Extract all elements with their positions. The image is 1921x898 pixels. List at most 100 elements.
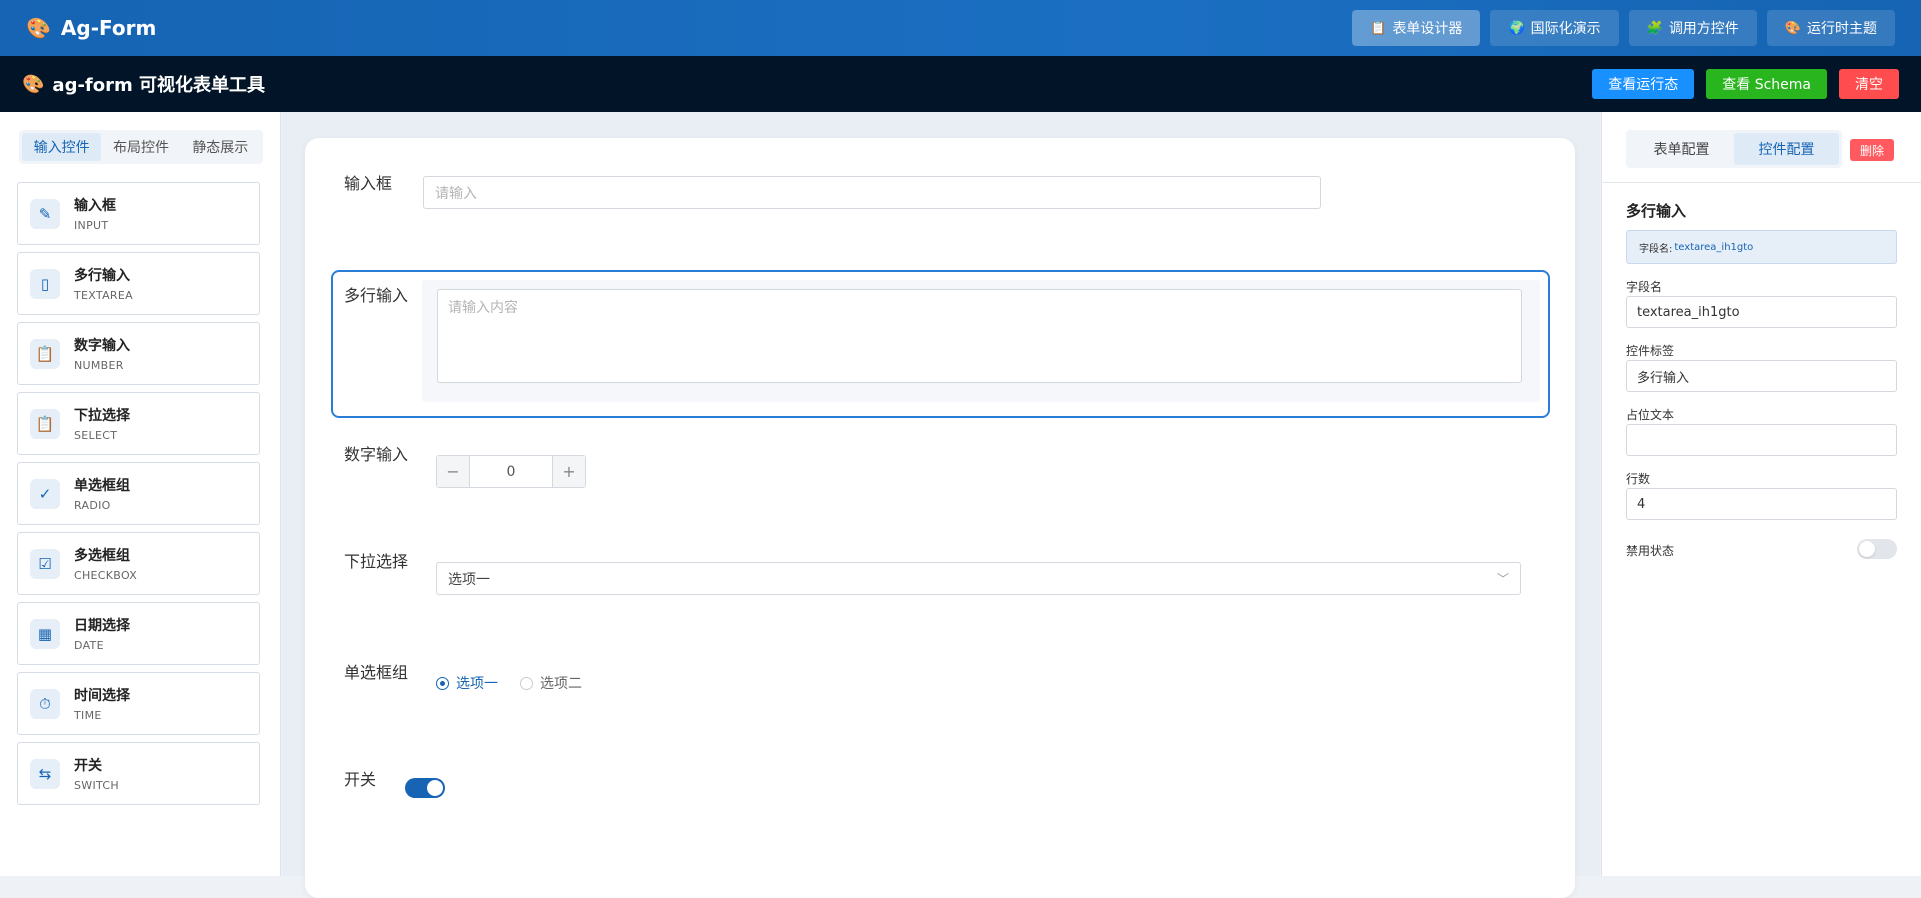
checklist-icon: ☑ <box>30 548 60 579</box>
config-panel: 表单配置 控件配置 删除 多行输入 字段名: textarea_ih1gto 字… <box>1601 112 1921 876</box>
header-actions: 查看运行态 查看 Schema 清空 <box>1592 69 1899 99</box>
control-code: TEXTAREA <box>74 289 133 302</box>
control-item-switch[interactable]: ⇆ 开关 SWITCH <box>17 742 260 805</box>
radio-option-1[interactable]: 选项一 <box>436 673 498 693</box>
calendar-icon: ▦ <box>30 618 60 649</box>
tab-control-config[interactable]: 控件配置 <box>1734 133 1839 165</box>
rows-input[interactable]: 4 <box>1626 488 1897 520</box>
control-name: 数字输入 <box>74 338 130 354</box>
field-name-input[interactable]: textarea_ih1gto <box>1626 296 1897 328</box>
control-code: SWITCH <box>74 779 119 792</box>
palette-icon: 🎨 <box>26 16 51 40</box>
control-code: DATE <box>74 639 104 652</box>
textarea-icon: ▯ <box>30 268 60 299</box>
control-name: 开关 <box>74 758 102 774</box>
number-value[interactable]: 0 <box>470 456 552 487</box>
config-tabs: 表单配置 控件配置 <box>1626 130 1842 168</box>
control-item-radio[interactable]: ✓ 单选框组 RADIO <box>17 462 260 525</box>
placeholder-input[interactable] <box>1626 424 1897 456</box>
design-canvas-area: 输入框 请输入 多行输入 请输入内容 数字输入 − 0 + 下拉选择 选项一 ﹀… <box>282 112 1600 898</box>
control-name: 时间选择 <box>74 688 130 704</box>
tab-input-controls[interactable]: 输入控件 <box>22 133 102 161</box>
textarea-field-label: 多行输入 <box>344 286 409 305</box>
nav-i18n-demo[interactable]: 🌍 国际化演示 <box>1490 10 1619 46</box>
select-field[interactable]: 选项一 ﹀ <box>436 562 1521 595</box>
input-field[interactable]: 请输入 <box>423 176 1321 209</box>
nav-label: 调用方控件 <box>1668 21 1739 37</box>
tab-layout-controls[interactable]: 布局控件 <box>101 133 180 161</box>
puzzle-icon: 🧩 <box>1646 20 1663 36</box>
control-label-input[interactable]: 多行输入 <box>1626 360 1897 392</box>
control-item-number[interactable]: 📋 数字输入 NUMBER <box>17 322 260 385</box>
delete-button[interactable]: 删除 <box>1850 139 1895 161</box>
switch-toggle[interactable] <box>405 778 445 798</box>
radio-group: 选项一 选项二 <box>436 673 582 693</box>
textarea-field[interactable]: 请输入内容 <box>437 289 1522 383</box>
control-code: NUMBER <box>74 359 124 372</box>
page-title-text: ag-form 可视化表单工具 <box>52 75 266 96</box>
control-name: 多选框组 <box>74 548 130 564</box>
decrement-button[interactable]: − <box>437 456 470 487</box>
rows-label: 行数 <box>1626 472 1651 486</box>
clear-button[interactable]: 清空 <box>1839 69 1899 99</box>
field-info-value: textarea_ih1gto <box>1674 241 1754 253</box>
view-runtime-button[interactable]: 查看运行态 <box>1592 69 1695 99</box>
control-name: 输入框 <box>74 198 116 214</box>
input-field-label: 输入框 <box>344 174 393 193</box>
pencil-icon: ✎ <box>30 198 60 229</box>
top-nav: 📋 表单设计器 🌍 国际化演示 🧩 调用方控件 🎨 运行时主题 <box>1352 10 1895 46</box>
controls-tabs: 输入控件 布局控件 静态展示 <box>19 130 263 164</box>
nav-form-designer[interactable]: 📋 表单设计器 <box>1352 10 1481 46</box>
control-item-input[interactable]: ✎ 输入框 INPUT <box>17 182 260 245</box>
page-title: 🎨 ag-form 可视化表单工具 <box>22 71 265 97</box>
control-code: SELECT <box>74 429 118 442</box>
radio-option-label: 选项二 <box>540 676 582 692</box>
field-info-badge: 字段名: textarea_ih1gto <box>1626 230 1897 264</box>
field-info-key: 字段名: <box>1639 243 1673 255</box>
radio-option-label: 选项一 <box>456 676 498 692</box>
brand[interactable]: 🎨 Ag-Form <box>26 16 156 40</box>
radio-group-label: 单选框组 <box>344 663 409 682</box>
palette-icon: 🎨 <box>1784 20 1801 36</box>
control-item-select[interactable]: 📋 下拉选择 SELECT <box>17 392 260 455</box>
number-stepper[interactable]: − 0 + <box>436 455 586 488</box>
nav-label: 运行时主题 <box>1807 21 1877 37</box>
clipboard-icon: 📋 <box>30 338 60 369</box>
number-field-label: 数字输入 <box>344 445 409 464</box>
nav-caller-controls[interactable]: 🧩 调用方控件 <box>1628 10 1757 46</box>
control-item-checkbox[interactable]: ☑ 多选框组 CHECKBOX <box>17 532 260 595</box>
nav-label: 表单设计器 <box>1392 21 1463 37</box>
controls-panel: 输入控件 布局控件 静态展示 ✎ 输入框 INPUT ▯ 多行输入 TEXTAREA… <box>0 112 281 876</box>
control-item-time[interactable]: ⏱ 时间选择 TIME <box>17 672 260 735</box>
tab-static-display[interactable]: 静态展示 <box>181 133 260 161</box>
control-code: INPUT <box>74 219 109 232</box>
form-icon: 📋 <box>1370 20 1387 36</box>
radio-dot <box>436 676 449 690</box>
tab-form-config[interactable]: 表单配置 <box>1629 133 1734 165</box>
increment-button[interactable]: + <box>552 456 585 487</box>
control-code: TIME <box>74 709 102 722</box>
selected-textarea-row[interactable]: 多行输入 请输入内容 <box>331 270 1550 418</box>
palette-icon: 🎨 <box>22 73 45 95</box>
radio-option-2[interactable]: 选项二 <box>520 673 582 693</box>
select-value: 选项一 <box>448 571 490 588</box>
controls-list: ✎ 输入框 INPUT ▯ 多行输入 TEXTAREA 📋 数字输入 NUMBER 📋… <box>17 182 260 812</box>
control-item-textarea[interactable]: ▯ 多行输入 TEXTAREA <box>17 252 260 315</box>
form-canvas: 输入框 请输入 多行输入 请输入内容 数字输入 − 0 + 下拉选择 选项一 ﹀… <box>305 138 1575 898</box>
nav-label: 国际化演示 <box>1530 21 1601 37</box>
disabled-label: 禁用状态 <box>1626 544 1675 558</box>
view-schema-button[interactable]: 查看 Schema <box>1706 69 1827 99</box>
control-name: 多行输入 <box>74 268 130 284</box>
control-label-label: 控件标签 <box>1626 344 1675 358</box>
nav-runtime-theme[interactable]: 🎨 运行时主题 <box>1766 10 1895 46</box>
control-name: 单选框组 <box>74 478 130 494</box>
brand-name: Ag-Form <box>60 16 157 40</box>
radio-dot <box>520 676 533 690</box>
clipboard-icon: 📋 <box>30 408 60 439</box>
control-item-date[interactable]: ▦ 日期选择 DATE <box>17 602 260 665</box>
stopwatch-icon: ⏱ <box>30 688 60 719</box>
disabled-switch[interactable] <box>1857 539 1897 559</box>
sub-header: 🎨 ag-form 可视化表单工具 查看运行态 查看 Schema 清空 <box>0 56 1921 112</box>
textarea-wrapper: 请输入内容 <box>422 280 1540 402</box>
switch-field-label: 开关 <box>344 770 377 789</box>
